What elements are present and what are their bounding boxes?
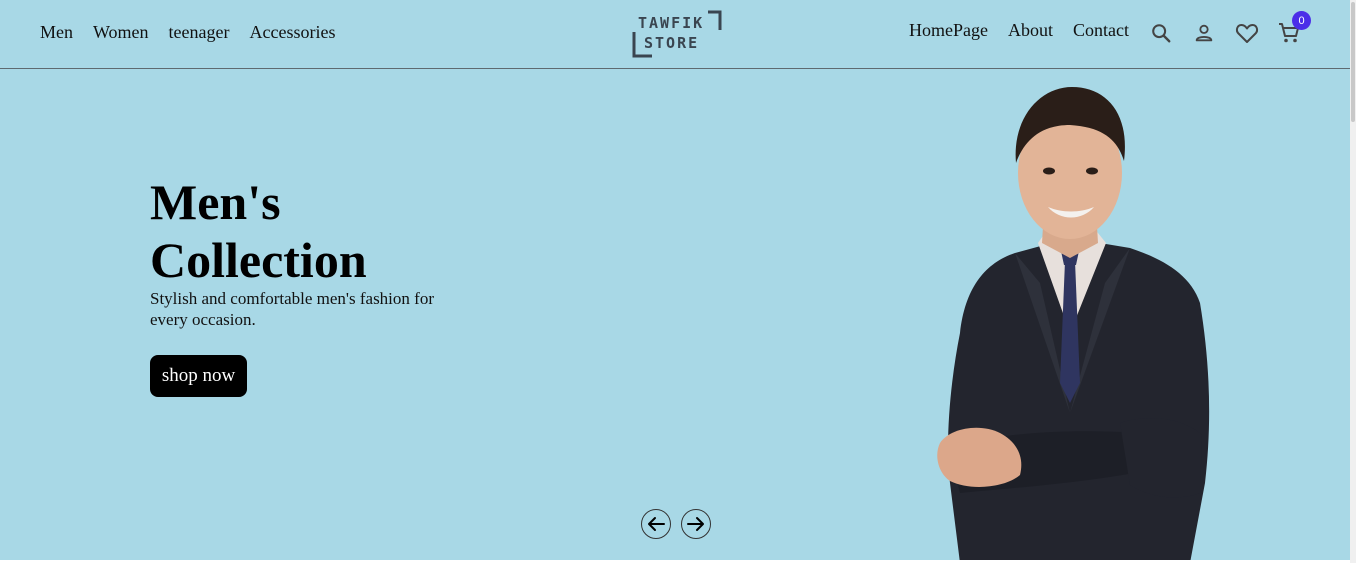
hero-model-image [937,87,1210,560]
store-logo[interactable]: TAWFIK STORE [630,8,724,60]
main-nav: HomePage About Contact [909,20,1129,41]
carousel-next-button[interactable] [681,509,711,539]
nav-link-homepage[interactable]: HomePage [909,20,988,41]
category-nav: Men Women teenager Accessories [40,22,335,43]
page-scrollbar[interactable] [1350,0,1356,563]
cart-count-badge: 0 [1292,11,1311,30]
user-icon[interactable] [1191,20,1217,46]
page: Men Women teenager Accessories TAWFIK ST… [0,0,1356,563]
arrow-left-icon [648,517,665,531]
hero-subtitle: Stylish and comfortable men's fashion fo… [150,289,434,329]
heart-icon[interactable] [1234,20,1260,46]
search-icon[interactable] [1148,20,1174,46]
nav-link-accessories[interactable]: Accessories [250,22,336,43]
hero-title-line2: Collection [150,232,367,288]
shop-now-button[interactable]: shop now [150,355,247,397]
nav-link-women[interactable]: Women [93,22,149,43]
logo-line1: TAWFIK [638,14,704,32]
hero-title-line1: Men's [150,174,281,230]
hero-title: Men's Collection [150,173,480,289]
nav-link-men[interactable]: Men [40,22,73,43]
hero-banner: Men's Collection Stylish and comfortable… [0,69,1350,560]
nav-link-contact[interactable]: Contact [1073,20,1129,41]
nav-link-teenager[interactable]: teenager [169,22,230,43]
carousel-prev-button[interactable] [641,509,671,539]
logo-line2: STORE [644,34,699,52]
site-header: Men Women teenager Accessories TAWFIK ST… [0,0,1350,69]
scrollbar-thumb[interactable] [1351,2,1355,122]
arrow-right-icon [687,517,704,531]
nav-link-about[interactable]: About [1008,20,1053,41]
